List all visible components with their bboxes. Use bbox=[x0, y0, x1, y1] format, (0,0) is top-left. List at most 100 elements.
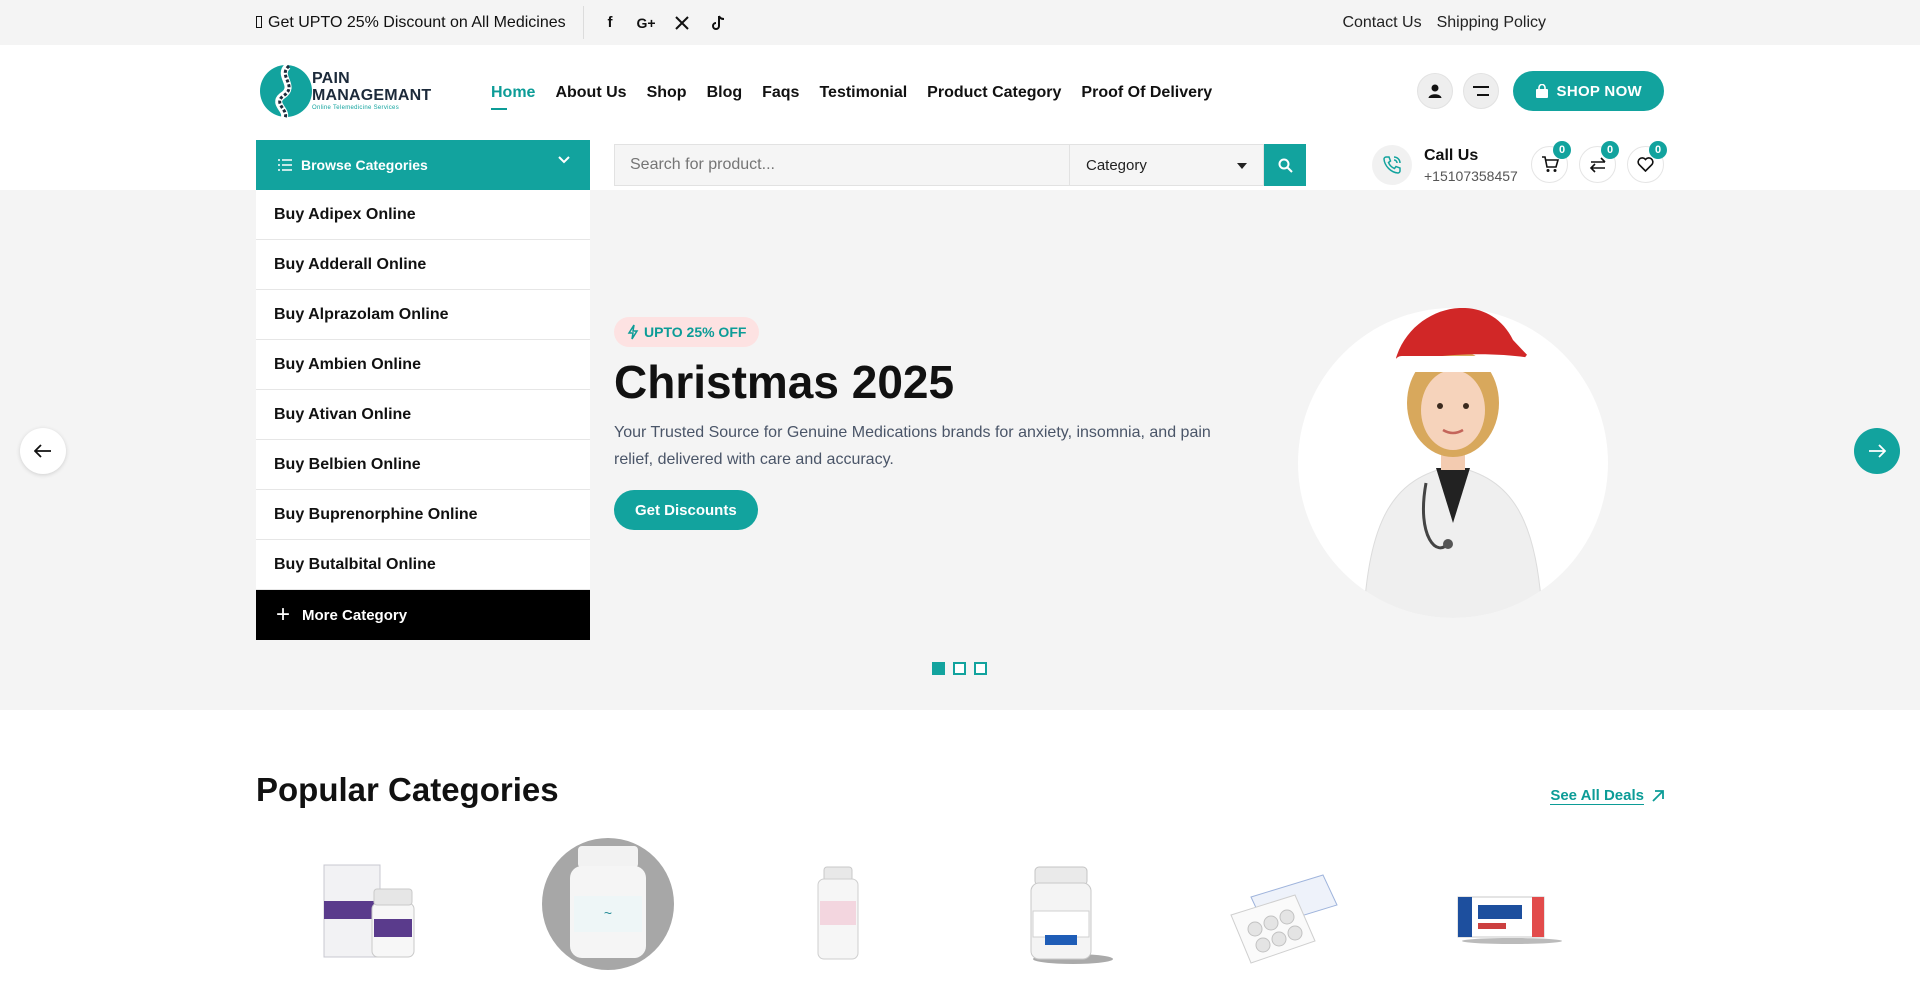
hero-slider: Buy Adipex Online Buy Adderall Online Bu… bbox=[0, 190, 1920, 710]
discount-badge-label: UPTO 25% OFF bbox=[644, 324, 747, 340]
nav-faqs[interactable]: Faqs bbox=[762, 84, 799, 102]
hero-title: Christmas 2025 bbox=[614, 356, 955, 408]
nav-about-us[interactable]: About Us bbox=[555, 84, 626, 102]
category-item[interactable]: Buy Buprenorphine Online bbox=[256, 490, 590, 540]
slider-dots bbox=[932, 662, 987, 675]
main-nav: Home About Us Shop Blog Faqs Testimonial… bbox=[491, 45, 1212, 140]
menu-button[interactable] bbox=[1462, 73, 1499, 109]
category-item[interactable]: Buy Adipex Online bbox=[256, 190, 590, 240]
category-list: Buy Adipex Online Buy Adderall Online Bu… bbox=[256, 190, 590, 640]
promo-text: Get UPTO 25% Discount on All Medicines bbox=[256, 0, 566, 45]
slider-dot[interactable] bbox=[953, 662, 966, 675]
chevron-down-icon bbox=[558, 156, 570, 164]
logo[interactable]: PAIN MANAGEMANT Online Telemedicine Serv… bbox=[256, 60, 431, 124]
search-row: Browse Categories Category Call Us +1510… bbox=[0, 140, 1920, 190]
caret-down-icon bbox=[1237, 163, 1247, 169]
category-item[interactable]: Buy Ativan Online bbox=[256, 390, 590, 440]
next-slide-button[interactable] bbox=[1854, 428, 1900, 474]
logo-tagline: Online Telemedicine Services bbox=[312, 105, 399, 111]
nav-blog[interactable]: Blog bbox=[707, 84, 743, 102]
shopping-bag-icon bbox=[1535, 83, 1548, 98]
logo-word-2: MANAGEMANT bbox=[312, 87, 432, 104]
call-us-label: Call Us bbox=[1424, 146, 1479, 164]
arrow-right-icon bbox=[1869, 444, 1886, 458]
see-all-deals-label: See All Deals bbox=[1550, 787, 1644, 805]
top-bar: Get UPTO 25% Discount on All Medicines f… bbox=[0, 0, 1920, 45]
header-counters: 0 0 0 bbox=[1531, 141, 1667, 183]
compare-icon bbox=[1589, 156, 1606, 173]
menu-icon bbox=[1472, 86, 1489, 96]
category-product-image[interactable]: ~ bbox=[542, 838, 674, 970]
see-all-deals-link[interactable]: See All Deals bbox=[1550, 787, 1664, 805]
main-header: PAIN MANAGEMANT Online Telemedicine Serv… bbox=[0, 45, 1920, 140]
logo-word-1: PAIN bbox=[312, 70, 350, 87]
category-item[interactable]: Buy Ambien Online bbox=[256, 340, 590, 390]
browse-categories-label: Browse Categories bbox=[301, 157, 428, 173]
tiktok-icon[interactable] bbox=[708, 13, 728, 33]
top-links: Contact Us Shipping Policy bbox=[1342, 0, 1546, 45]
category-products: ~ bbox=[256, 838, 1664, 993]
category-item[interactable]: Buy Butalbital Online bbox=[256, 540, 590, 590]
popular-categories-section: Popular Categories See All Deals ~ bbox=[0, 710, 1920, 993]
wishlist-button[interactable]: 0 bbox=[1627, 141, 1667, 183]
category-item[interactable]: Buy Alprazolam Online bbox=[256, 290, 590, 340]
arrow-up-right-icon bbox=[1652, 790, 1664, 802]
facebook-icon[interactable]: f bbox=[600, 13, 620, 33]
slider-dot[interactable] bbox=[932, 662, 945, 675]
nav-product-category[interactable]: Product Category bbox=[927, 84, 1061, 102]
search-input[interactable] bbox=[614, 144, 1070, 186]
phone-icon-wrapper bbox=[1372, 145, 1412, 185]
category-product-image[interactable] bbox=[316, 845, 456, 985]
search-button[interactable] bbox=[1264, 144, 1306, 186]
divider bbox=[583, 6, 584, 39]
nav-proof-of-delivery[interactable]: Proof Of Delivery bbox=[1081, 84, 1212, 102]
svg-text:~: ~ bbox=[604, 905, 612, 921]
nav-shop[interactable]: Shop bbox=[647, 84, 687, 102]
cart-button[interactable]: 0 bbox=[1531, 141, 1571, 183]
header-actions: SHOP NOW bbox=[1416, 71, 1664, 111]
phone-icon bbox=[1383, 156, 1401, 174]
category-select[interactable]: Category bbox=[1069, 144, 1264, 186]
google-plus-icon[interactable]: G+ bbox=[636, 13, 656, 33]
more-category-button[interactable]: + More Category bbox=[256, 590, 590, 640]
get-discounts-button[interactable]: Get Discounts bbox=[614, 490, 758, 530]
contact-us-link[interactable]: Contact Us bbox=[1342, 14, 1421, 32]
category-product-image[interactable] bbox=[1211, 845, 1351, 985]
nav-home[interactable]: Home bbox=[491, 84, 535, 110]
more-category-label: More Category bbox=[302, 606, 408, 624]
spine-logo-icon bbox=[260, 63, 312, 120]
search-icon bbox=[1278, 158, 1293, 173]
user-icon bbox=[1428, 84, 1442, 98]
hero-doctor-image bbox=[1298, 308, 1608, 618]
category-item[interactable]: Buy Belbien Online bbox=[256, 440, 590, 490]
shipping-policy-link[interactable]: Shipping Policy bbox=[1437, 14, 1546, 32]
discount-badge: UPTO 25% OFF bbox=[614, 317, 760, 347]
compare-button[interactable]: 0 bbox=[1579, 141, 1619, 183]
shop-now-button[interactable]: SHOP NOW bbox=[1512, 71, 1664, 111]
shop-now-label: SHOP NOW bbox=[1556, 82, 1642, 100]
section-title: Popular Categories bbox=[256, 771, 559, 808]
cart-count-badge: 0 bbox=[1553, 141, 1571, 159]
category-select-label: Category bbox=[1086, 156, 1147, 174]
slider-dot[interactable] bbox=[974, 662, 987, 675]
nav-testimonial[interactable]: Testimonial bbox=[819, 84, 907, 102]
hero-subtitle: Your Trusted Source for Genuine Medicati… bbox=[614, 424, 1211, 468]
bolt-icon bbox=[627, 324, 639, 340]
prev-slide-button[interactable] bbox=[20, 428, 66, 474]
category-product-image[interactable] bbox=[991, 845, 1131, 985]
category-product-image[interactable] bbox=[766, 845, 906, 985]
wishlist-count-badge: 0 bbox=[1649, 141, 1667, 159]
account-button[interactable] bbox=[1416, 73, 1453, 109]
arrow-left-icon bbox=[34, 444, 51, 458]
list-icon bbox=[278, 159, 292, 171]
social-links: f G+ bbox=[600, 0, 728, 45]
bolt-icon bbox=[256, 16, 262, 28]
compare-count-badge: 0 bbox=[1601, 141, 1619, 159]
x-icon[interactable] bbox=[672, 13, 692, 33]
category-item[interactable]: Buy Adderall Online bbox=[256, 240, 590, 290]
cart-icon bbox=[1541, 156, 1559, 172]
category-product-image[interactable] bbox=[1434, 845, 1574, 985]
call-us[interactable]: Call Us +15107358457 bbox=[1372, 140, 1518, 190]
browse-categories-button[interactable]: Browse Categories bbox=[256, 140, 590, 190]
plus-icon: + bbox=[276, 601, 291, 628]
